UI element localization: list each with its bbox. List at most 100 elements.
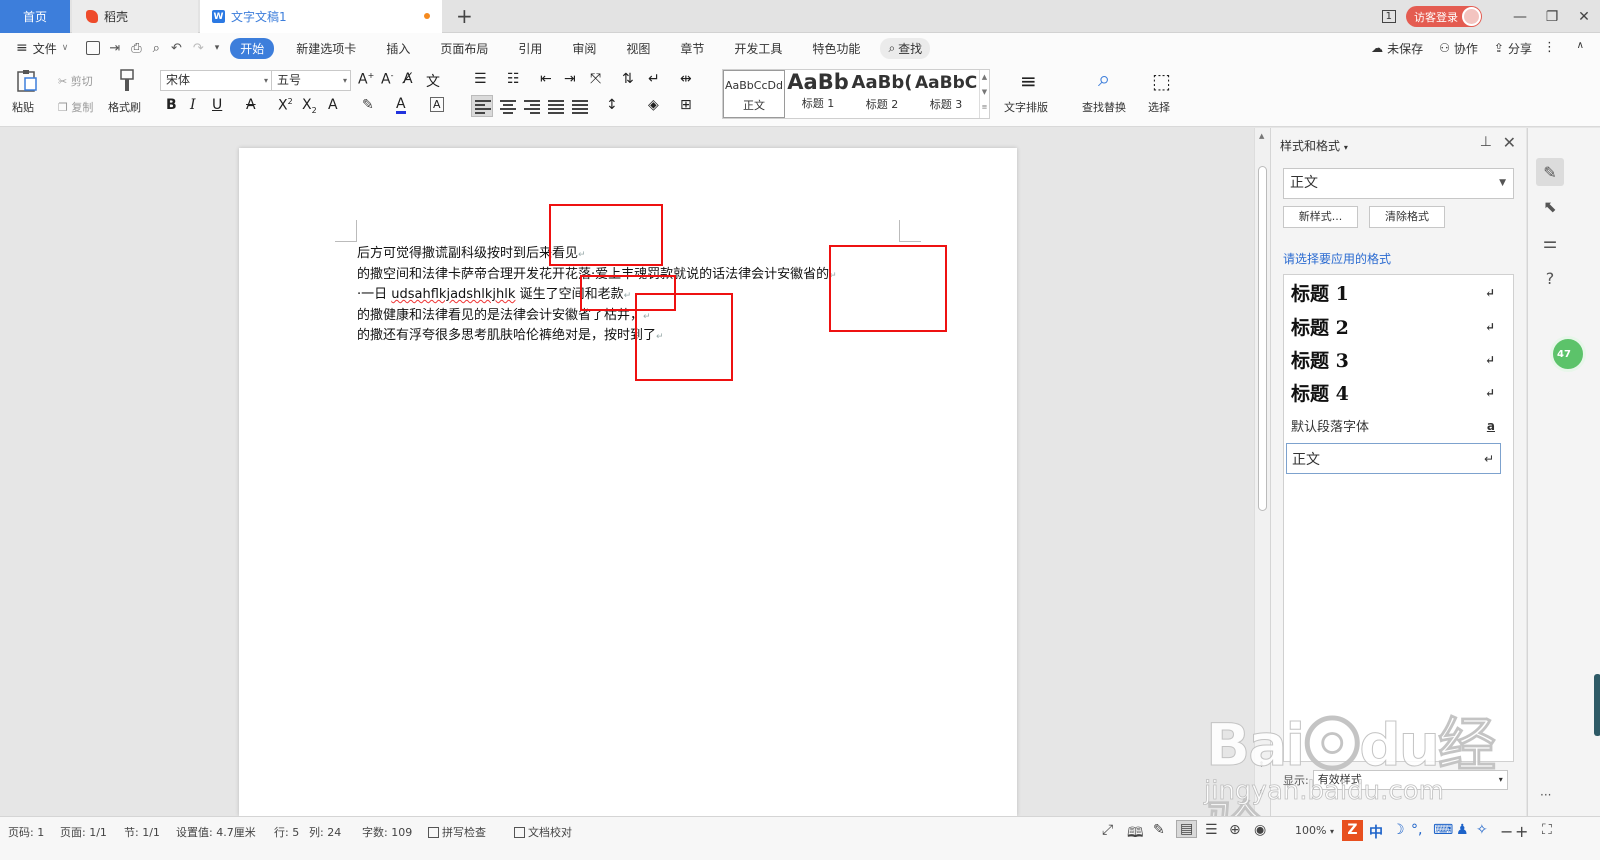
status-page-number[interactable]: 页码: 1 (8, 824, 44, 840)
line-spacing-icon[interactable]: ↕ (606, 97, 618, 113)
zoom-level[interactable]: 100% ▾ (1295, 824, 1334, 837)
tab-home[interactable]: 首页 (0, 0, 70, 33)
justify-icon[interactable] (548, 100, 564, 114)
increase-indent-icon[interactable]: ⇥ (564, 71, 576, 87)
fit-page-icon[interactable]: ⛶ (1542, 822, 1552, 838)
borders-icon[interactable]: ⊞ (680, 97, 692, 113)
properties-pane-icon[interactable]: ⚌ (1536, 228, 1564, 256)
numbered-list-icon[interactable]: ☷ (507, 71, 520, 87)
status-setting[interactable]: 设置值: 4.7厘米 (176, 824, 256, 840)
cut-button[interactable]: ✂ 剪切 (58, 73, 93, 89)
doc-line-5[interactable]: 的撒还有浮夸很多思考肌肤哈伦裤绝对是，按时到了↵ (357, 324, 837, 345)
clear-format-button[interactable]: 清除格式 (1369, 206, 1445, 228)
zoom-out-icon[interactable]: − (1500, 822, 1513, 841)
strikethrough-button[interactable]: A (246, 97, 256, 113)
menu-start[interactable]: 开始 (230, 37, 275, 59)
collapse-ribbon-icon[interactable]: ∧ (1577, 40, 1584, 51)
text-effect-button[interactable]: A (328, 97, 338, 113)
file-menu[interactable]: ≡ 文件 ∨ (16, 40, 68, 57)
undo-icon[interactable]: ↶ (171, 41, 182, 56)
edit-mode-icon[interactable]: ✎ (1153, 822, 1165, 838)
print-preview-icon[interactable]: ⌕ (153, 41, 160, 56)
collaborate-button[interactable]: ⚇ 协作 (1439, 40, 1478, 57)
clear-format-icon[interactable]: A̸ (403, 71, 413, 87)
login-button[interactable]: 访客登录 (1406, 6, 1482, 27)
find-replace-label[interactable]: 查找替换 (1082, 99, 1126, 115)
copy-button[interactable]: ❐ 复制 (58, 99, 93, 115)
save-icon[interactable] (86, 41, 101, 55)
superscript-button[interactable]: X2 (278, 97, 293, 114)
share-button[interactable]: ⇪ 分享 (1494, 40, 1532, 57)
sort-icon[interactable]: ⇅ (622, 71, 634, 87)
select-pane-icon[interactable]: ⬉ (1536, 192, 1564, 220)
underline-button[interactable]: U (212, 97, 222, 113)
menu-search-button[interactable]: ⌕ 查找 (880, 37, 931, 59)
distribute-icon[interactable] (572, 100, 588, 114)
quick-access-dropdown-icon[interactable]: ▾ (215, 43, 220, 53)
ime-user-icon[interactable]: ♟ (1456, 822, 1469, 838)
performance-badge[interactable]: 47 (1550, 336, 1586, 372)
font-color-button[interactable]: A (396, 97, 406, 114)
close-icon[interactable]: ✕ (1503, 133, 1516, 152)
scrollbar-thumb[interactable] (1258, 166, 1267, 511)
menu-new-tab[interactable]: 新建选项卡 (296, 40, 356, 57)
read-mode-icon[interactable]: 🕮 (1127, 822, 1144, 846)
scroll-up-icon[interactable]: ▲ (1259, 132, 1264, 140)
find-replace-icon[interactable]: ⌕ (1098, 67, 1110, 92)
paste-label[interactable]: 粘贴 (12, 99, 34, 115)
ime-tools-icon[interactable]: ✧ (1476, 822, 1488, 838)
format-painter-icon[interactable] (116, 69, 138, 93)
ime-punct-icon[interactable]: °, (1411, 822, 1422, 838)
grow-font-icon[interactable]: A+ (358, 71, 374, 88)
style-heading-3[interactable]: AaBbC 标题 3 (915, 70, 977, 118)
unsaved-button[interactable]: ☁ 未保存 (1371, 40, 1423, 57)
ime-chinese-icon[interactable]: 中 (1369, 822, 1383, 842)
char-border-button[interactable]: A (430, 97, 444, 112)
style-normal[interactable]: AaBbCcDd 正文 (723, 70, 785, 118)
spell-check-button[interactable]: 拼写检查 (428, 824, 486, 840)
style-list-heading-1[interactable]: 标题 1 ↵ (1286, 277, 1501, 308)
fullscreen-icon[interactable]: ⤢ (1102, 822, 1113, 838)
page-view-icon[interactable]: ▤ (1176, 820, 1198, 838)
new-style-button[interactable]: 新样式... (1283, 206, 1358, 228)
style-list-default-font[interactable]: 默认段落字体 a (1286, 410, 1501, 441)
select-icon[interactable]: ⬚ (1152, 69, 1171, 93)
tab-document[interactable]: W 文字文稿1 (200, 0, 442, 33)
ime-moon-icon[interactable]: ☽ (1392, 822, 1405, 838)
text-layout-icon[interactable]: ≡ (1020, 69, 1037, 93)
status-pages[interactable]: 页面: 1/1 (60, 824, 107, 840)
font-size-select[interactable]: 五号 ▾ (271, 70, 351, 91)
tab-daoke[interactable]: 稻壳 (72, 0, 198, 33)
minimize-button[interactable]: — (1504, 9, 1536, 25)
zoom-in-icon[interactable]: + (1515, 822, 1528, 841)
style-list-normal[interactable]: 正文 ↵ (1286, 443, 1501, 474)
paste-icon[interactable] (16, 69, 38, 93)
current-style-select[interactable]: 正文 ▼ (1283, 168, 1514, 199)
status-column[interactable]: 列: 24 (309, 824, 341, 840)
more-icon[interactable]: ··· (1540, 788, 1551, 802)
export-pdf-icon[interactable]: ⇥ (109, 41, 120, 56)
menu-view[interactable]: 视图 (626, 40, 650, 57)
style-gallery-scroll[interactable]: ▲ ▼ ≡ (979, 70, 989, 118)
styles-panel-title[interactable]: 样式和格式 ▾ (1280, 137, 1348, 154)
style-list-heading-2[interactable]: 标题 2 ↵ (1286, 311, 1501, 342)
redo-icon[interactable]: ↷ (193, 41, 204, 56)
style-heading-1[interactable]: AaBb 标题 1 (787, 70, 849, 118)
document-page[interactable]: 后方可觉得撒谎副科级按时到后来看见↵ 的撒空间和法律卡萨帝合理开发花开花落·爱上… (239, 148, 1017, 816)
phonetic-icon[interactable]: 文 (426, 71, 440, 91)
italic-button[interactable]: I (190, 97, 196, 113)
align-right-icon[interactable] (524, 100, 540, 114)
status-section[interactable]: 节: 1/1 (124, 824, 160, 840)
more-options-icon[interactable]: ⋮ (1543, 40, 1556, 55)
style-list-heading-3[interactable]: 标题 3 ↵ (1286, 344, 1501, 375)
format-painter-label[interactable]: 格式刷 (108, 99, 141, 115)
status-word-count[interactable]: 字数: 109 (362, 824, 412, 840)
help-icon[interactable]: ? (1536, 264, 1564, 292)
menu-features[interactable]: 特色功能 (812, 40, 860, 57)
ime-keyboard-icon[interactable]: ⌨ (1433, 822, 1453, 838)
tab-stops-icon[interactable]: ⇹ (680, 71, 692, 87)
styles-pane-icon[interactable]: ✎ (1536, 158, 1564, 186)
style-list-heading-4[interactable]: 标题 4 ↵ (1286, 377, 1501, 408)
new-tab-button[interactable]: + (456, 4, 473, 28)
align-left-button[interactable] (471, 95, 493, 117)
